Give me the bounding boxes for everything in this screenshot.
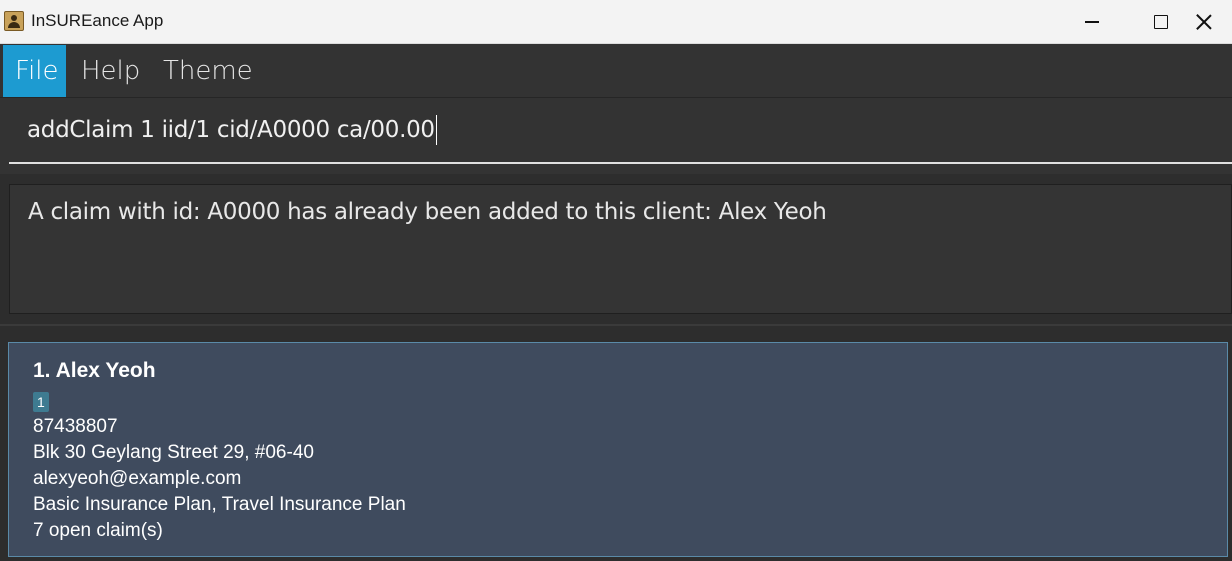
client-phone: 87438807	[33, 416, 118, 437]
menu-theme[interactable]: Theme	[151, 45, 265, 97]
close-button[interactable]	[1196, 0, 1232, 44]
result-display[interactable]: A claim with id: A0000 has already been …	[9, 184, 1232, 314]
maximize-icon	[1154, 15, 1168, 29]
minimize-button[interactable]	[1063, 0, 1121, 44]
result-message: A claim with id: A0000 has already been …	[28, 199, 827, 225]
title-bar: InSUREance App	[0, 0, 1232, 44]
client-list[interactable]: 1. Alex Yeoh 1 87438807 Blk 30 Geylang S…	[0, 324, 1232, 561]
client-card[interactable]: 1. Alex Yeoh 1 87438807 Blk 30 Geylang S…	[8, 342, 1228, 557]
maximize-button[interactable]	[1132, 0, 1190, 44]
client-tag: 1	[33, 392, 49, 412]
result-area: A claim with id: A0000 has already been …	[0, 174, 1232, 324]
contacts-book-icon	[4, 11, 24, 31]
menu-bar: File Help Theme	[0, 44, 1232, 98]
client-email: alexyeoh@example.com	[33, 468, 242, 489]
minimize-icon	[1085, 21, 1099, 23]
client-insurance: Basic Insurance Plan, Travel Insurance P…	[33, 494, 406, 515]
client-address: Blk 30 Geylang Street 29, #06-40	[33, 442, 314, 463]
menu-help[interactable]: Help	[69, 45, 152, 97]
close-icon	[1196, 14, 1212, 30]
command-text: addClaim 1 iid/1 cid/A0000 ca/00.00	[27, 117, 435, 143]
menu-file[interactable]: File	[3, 45, 66, 97]
command-area: addClaim 1 iid/1 cid/A0000 ca/00.00	[0, 98, 1232, 174]
text-caret	[435, 115, 438, 145]
command-input[interactable]: addClaim 1 iid/1 cid/A0000 ca/00.00	[9, 98, 1232, 164]
client-name: 1. Alex Yeoh	[33, 359, 156, 382]
client-claims: 7 open claim(s)	[33, 520, 163, 541]
window-title: InSUREance App	[31, 11, 164, 30]
